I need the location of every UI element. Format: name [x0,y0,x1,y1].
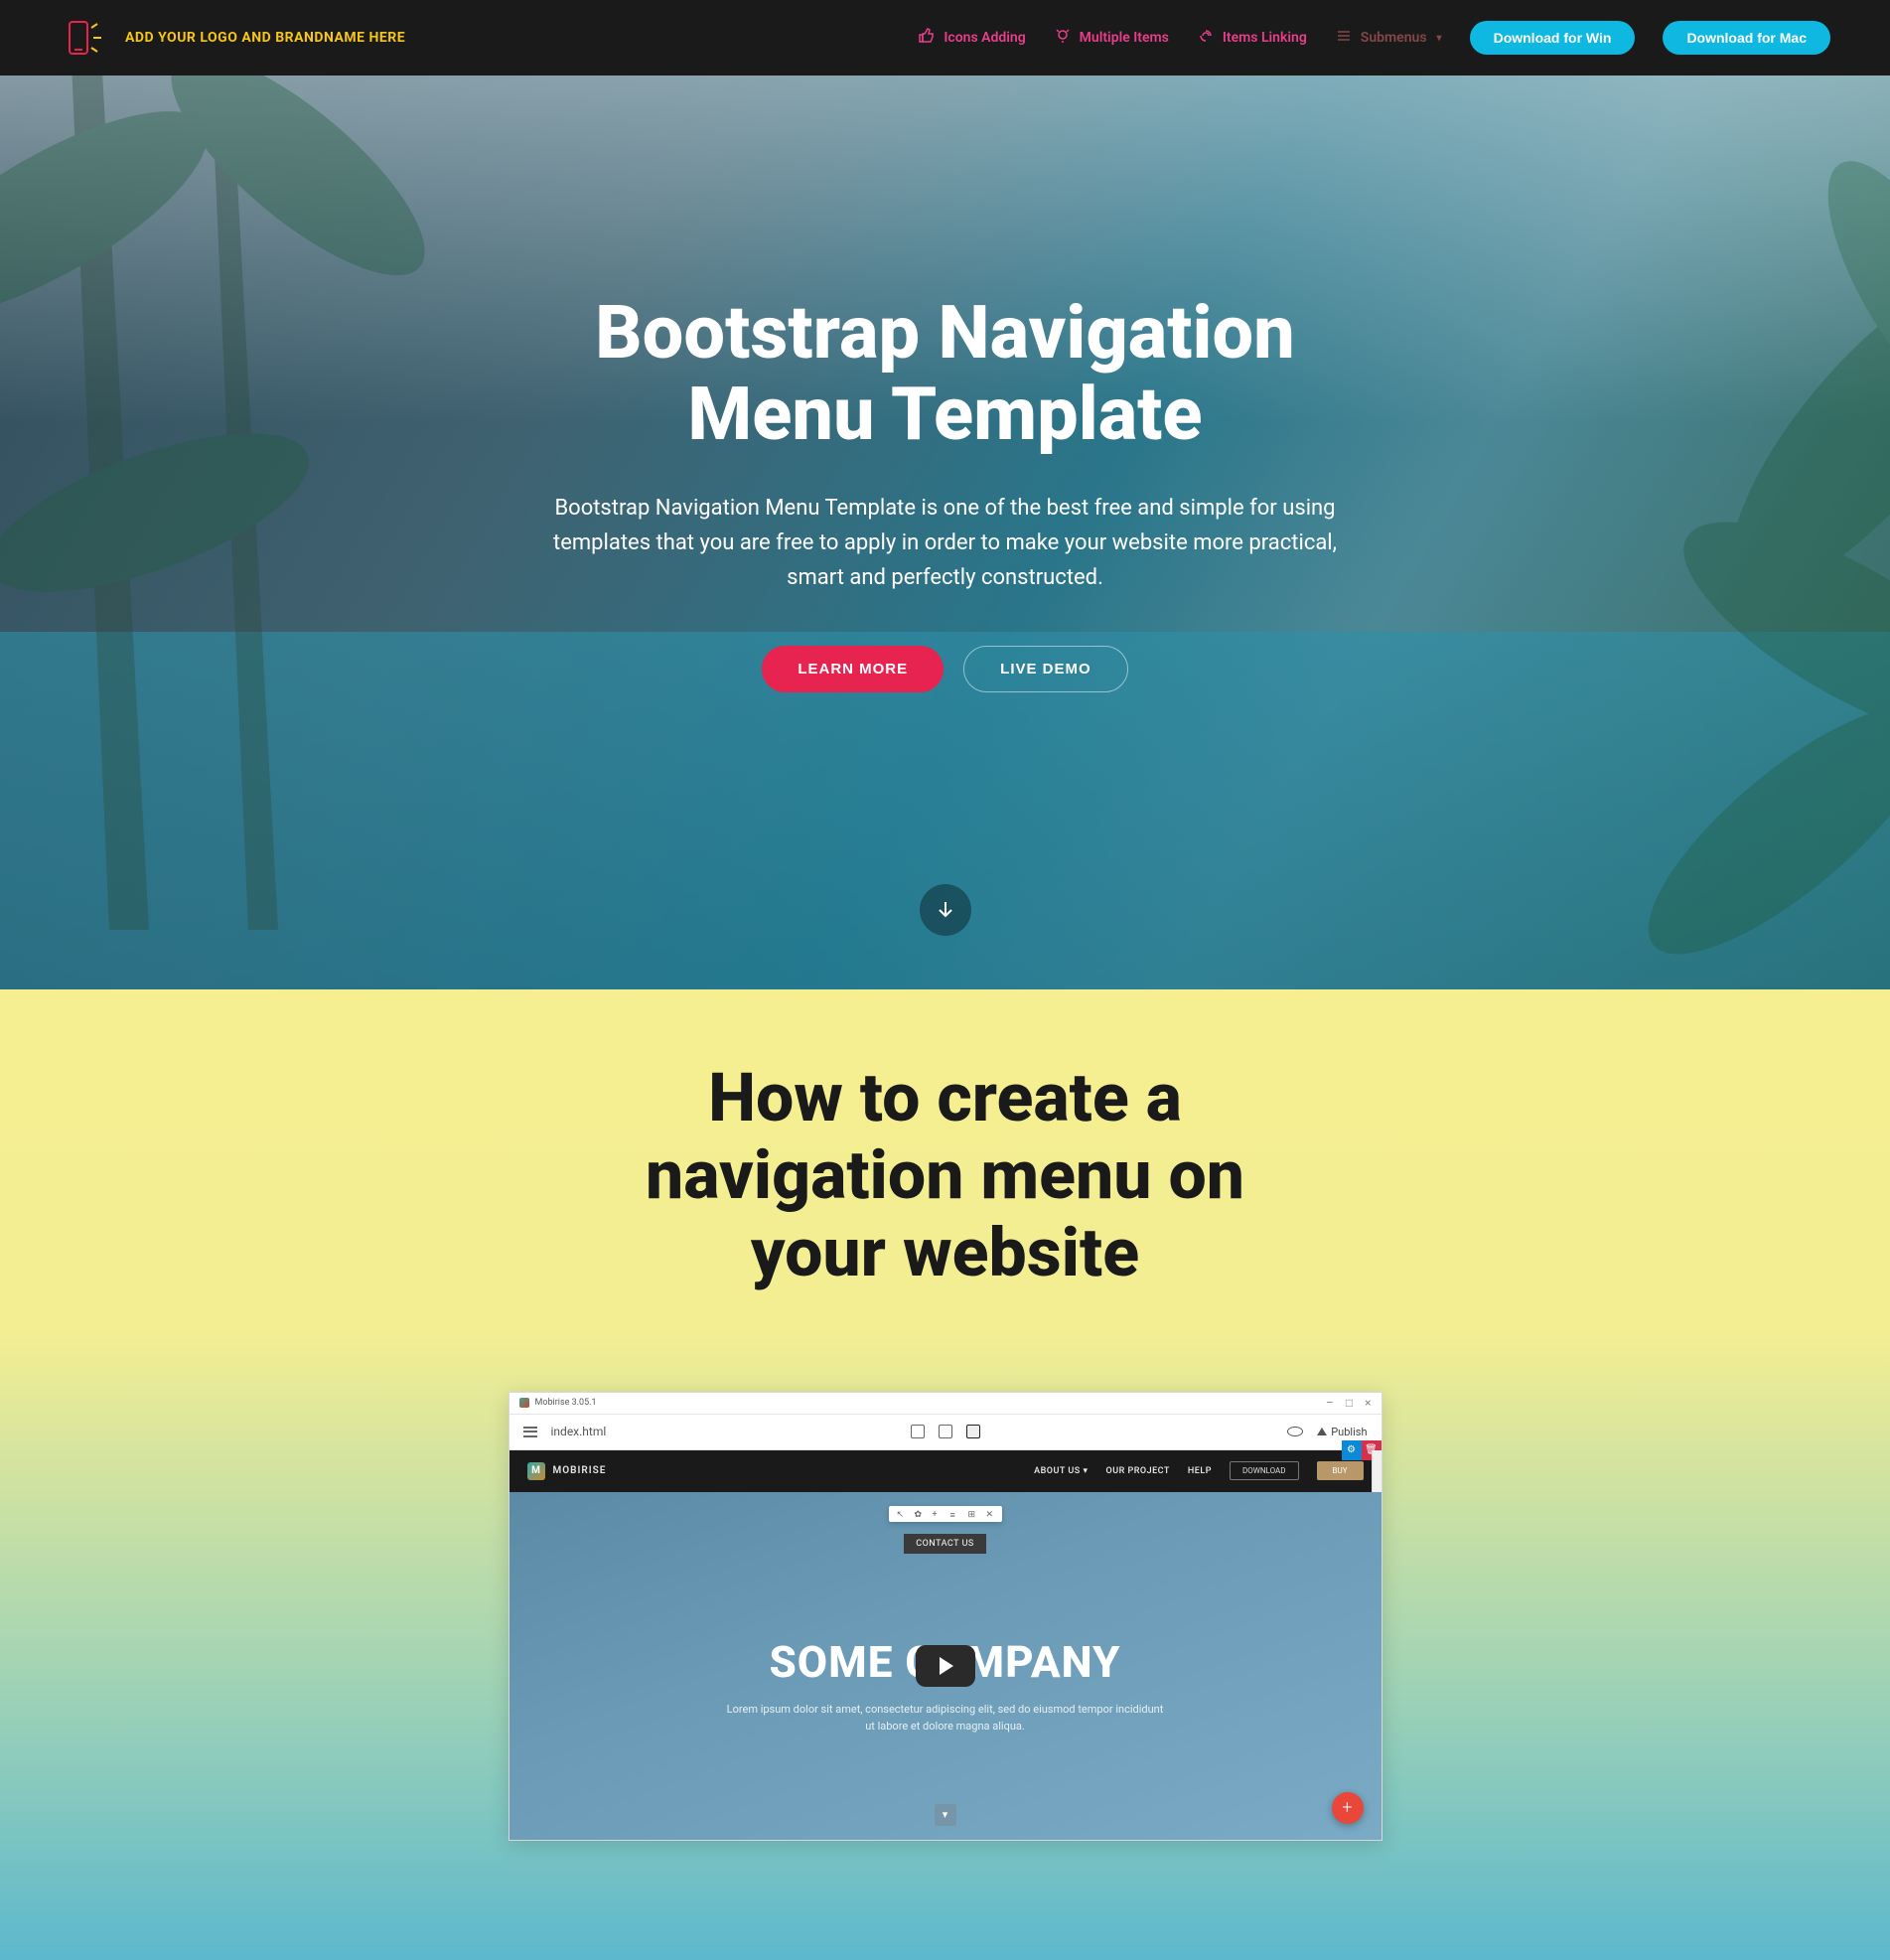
nav-link-submenus[interactable]: Submenus ▾ [1335,27,1442,49]
preview-navbar: ⚙ 🗑 M MOBIRISE ABOUT US ▾ OUR PROJECT HE… [509,1450,1381,1492]
nav-link-label: Icons Adding [944,30,1025,46]
nav-link-label: Multiple Items [1080,30,1169,46]
preview-brand: MOBIRISE [553,1465,607,1476]
app-icon [519,1398,529,1408]
preview-nav-help: HELP [1188,1466,1212,1476]
brand-text: ADD YOUR LOGO AND BRANDNAME HERE [125,30,405,46]
palm-right-decoration [1493,135,1890,989]
add-block-fab: + [1332,1792,1364,1824]
mobile-preview-icon [911,1425,925,1438]
element-toolbar: ↖ ✿ + ≡ ⊞ ✕ [889,1506,1002,1522]
tool-icon: ↖ [897,1510,905,1518]
scroll-down-button[interactable] [920,884,971,936]
device-preview-toggles [911,1425,980,1438]
hero-section: Bootstrap Navigation Menu Template Boots… [0,75,1890,989]
video-thumbnail[interactable]: Mobirise 3.05.1 – □ × index.html [509,1392,1382,1841]
download-mac-button[interactable]: Download for Mac [1663,21,1830,55]
navbar-left: ADD YOUR LOGO AND BRANDNAME HERE [60,18,405,58]
stage-contact-label: CONTACT US [904,1534,986,1554]
thumbs-up-icon [918,27,936,49]
close-icon: × [1365,1396,1371,1410]
publish-button: Publish [1317,1426,1367,1438]
chevron-down-icon: ▾ [1437,33,1442,44]
download-win-button[interactable]: Download for Win [1470,21,1636,55]
tool-icon: + [933,1510,941,1518]
howto-section: How to create a navigation menu on your … [0,989,1890,1960]
hero-description: Bootstrap Navigation Menu Template is on… [528,491,1363,596]
hero-content: Bootstrap Navigation Menu Template Boots… [489,293,1402,691]
learn-more-button[interactable]: LEARN MORE [762,646,944,692]
bulb-icon [1054,27,1072,49]
hero-title: Bootstrap Navigation Menu Template [528,293,1363,455]
navbar-right: Icons Adding Multiple Items Items Linkin… [918,21,1830,55]
tool-icon: ⊞ [968,1510,976,1518]
tool-icon: ✿ [915,1510,923,1518]
tablet-preview-icon [939,1425,952,1438]
app-titlebar: Mobirise 3.05.1 – □ × [509,1393,1381,1415]
link-icon [1197,27,1215,49]
preview-stage: ↖ ✿ + ≡ ⊞ ✕ CONTACT US SOME COMPANY Lore… [509,1492,1381,1840]
nav-link-label: Items Linking [1223,30,1307,46]
editor-toolbar: index.html Publish [509,1415,1381,1450]
arrow-down-icon [934,898,957,922]
play-button[interactable] [916,1645,975,1687]
live-demo-button[interactable]: LIVE DEMO [963,646,1128,692]
tool-icon: ≡ [950,1510,958,1518]
stage-subtitle: Lorem ipsum dolor sit amet, consectetur … [727,1702,1164,1734]
window-controls: – □ × [1326,1396,1372,1410]
preview-buy-button: BUY [1317,1461,1364,1480]
nav-link-label: Submenus [1361,30,1427,46]
preview-nav-about: ABOUT US ▾ [1034,1466,1088,1476]
maximize-icon: □ [1346,1396,1353,1410]
app-version-text: Mobirise 3.05.1 [535,1398,597,1408]
desktop-preview-icon [966,1425,980,1438]
preview-icon [1287,1427,1303,1436]
settings-tool-icon: ⚙ [1342,1440,1362,1460]
upload-icon [1317,1428,1327,1435]
hero-buttons: LEARN MORE LIVE DEMO [528,646,1363,692]
main-navbar: ADD YOUR LOGO AND BRANDNAME HERE Icons A… [0,0,1890,75]
nav-link-multiple-items[interactable]: Multiple Items [1054,27,1169,49]
howto-title: How to create a navigation menu on your … [588,1059,1303,1292]
nav-link-items-linking[interactable]: Items Linking [1197,27,1307,49]
preview-nav-project: OUR PROJECT [1106,1466,1170,1476]
tool-icon: ✕ [986,1510,994,1518]
palm-left-decoration [0,75,467,930]
preview-scrollbar [1372,1450,1381,1492]
minimize-icon: – [1326,1396,1334,1410]
hamburger-icon [523,1427,537,1437]
list-icon [1335,27,1353,49]
nav-link-icons-adding[interactable]: Icons Adding [918,27,1025,49]
file-name: index.html [551,1425,607,1438]
stage-scroll-down-icon [935,1804,956,1826]
phone-logo-icon [60,18,107,58]
mobirise-logo-icon: M [527,1462,545,1480]
preview-download-button: DOWNLOAD [1230,1461,1299,1480]
